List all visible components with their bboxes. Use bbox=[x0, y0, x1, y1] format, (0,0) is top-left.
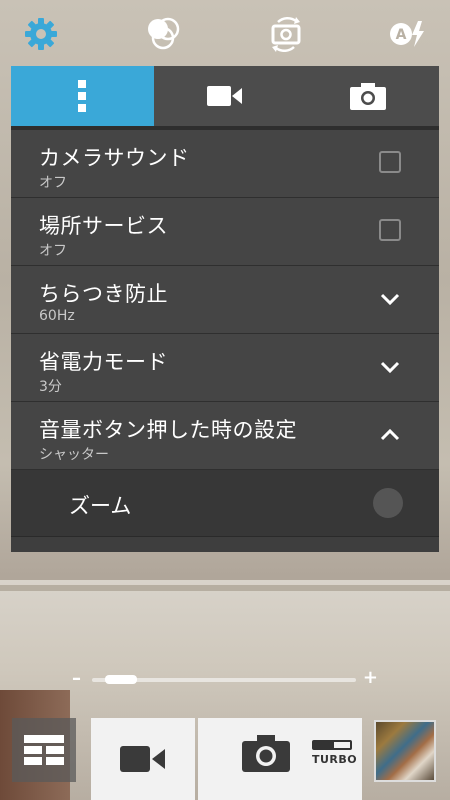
tab-video-settings[interactable] bbox=[154, 66, 297, 126]
turbo-indicator: TURBO bbox=[312, 740, 358, 766]
option-label: ズーム bbox=[69, 494, 132, 518]
shutter-button[interactable]: TURBO bbox=[198, 718, 362, 800]
switch-camera-icon[interactable] bbox=[266, 14, 306, 54]
setting-location-service[interactable]: 場所サービス オフ bbox=[11, 198, 439, 266]
zoom-radio-button[interactable] bbox=[373, 488, 403, 518]
setting-title: 音量ボタン押した時の設定 bbox=[39, 418, 297, 442]
record-video-button[interactable] bbox=[91, 718, 195, 800]
camera-icon bbox=[349, 83, 386, 110]
top-bar: A bbox=[0, 0, 450, 66]
mode-grid-icon bbox=[24, 735, 64, 765]
gear-icon[interactable] bbox=[21, 14, 61, 54]
setting-title: カメラサウンド bbox=[39, 146, 190, 170]
settings-tabs bbox=[11, 66, 439, 126]
background-trim bbox=[0, 585, 450, 591]
setting-value: オフ bbox=[39, 243, 67, 259]
chevron-down-icon[interactable] bbox=[379, 358, 401, 376]
setting-value: シャッター bbox=[39, 447, 109, 463]
chevron-down-icon[interactable] bbox=[379, 290, 401, 308]
camera-sound-checkbox[interactable] bbox=[379, 151, 401, 173]
video-camera-icon bbox=[207, 86, 242, 106]
auto-flash-icon[interactable]: A bbox=[388, 14, 428, 54]
mode-grid-button[interactable] bbox=[12, 718, 76, 782]
zoom-in-label[interactable]: + bbox=[363, 667, 378, 688]
gallery-thumbnail[interactable] bbox=[374, 720, 436, 782]
settings-panel: カメラサウンド オフ 場所サービス オフ ちらつき防止 60Hz 省電力モード … bbox=[11, 66, 439, 552]
setting-value: オフ bbox=[39, 175, 67, 191]
setting-volume-button[interactable]: 音量ボタン押した時の設定 シャッター bbox=[11, 402, 439, 470]
zoom-out-label[interactable]: – bbox=[72, 668, 81, 689]
svg-text:A: A bbox=[396, 27, 407, 43]
volume-option-zoom[interactable]: ズーム bbox=[11, 470, 439, 537]
zoom-slider[interactable]: – + bbox=[72, 667, 378, 690]
bottom-controls: TURBO bbox=[0, 718, 450, 800]
camera-icon bbox=[242, 735, 290, 772]
more-vertical-icon bbox=[78, 80, 87, 112]
turbo-battery-icon bbox=[312, 740, 352, 750]
color-effect-icon[interactable] bbox=[143, 14, 183, 54]
setting-title: 省電力モード bbox=[39, 350, 168, 374]
video-camera-icon bbox=[120, 746, 165, 772]
turbo-label: TURBO bbox=[312, 753, 358, 766]
location-service-checkbox[interactable] bbox=[379, 219, 401, 241]
setting-value: 60Hz bbox=[39, 308, 75, 324]
setting-title: ちらつき防止 bbox=[39, 282, 168, 306]
setting-value: 3分 bbox=[39, 379, 62, 395]
setting-camera-sound[interactable]: カメラサウンド オフ bbox=[11, 130, 439, 198]
zoom-thumb[interactable] bbox=[105, 675, 138, 684]
setting-title: 場所サービス bbox=[39, 214, 168, 238]
setting-power-saving[interactable]: 省電力モード 3分 bbox=[11, 334, 439, 402]
tab-general-settings[interactable] bbox=[11, 66, 154, 126]
chevron-up-icon[interactable] bbox=[379, 426, 401, 444]
tab-camera-settings[interactable] bbox=[296, 66, 439, 126]
setting-anti-flicker[interactable]: ちらつき防止 60Hz bbox=[11, 266, 439, 334]
